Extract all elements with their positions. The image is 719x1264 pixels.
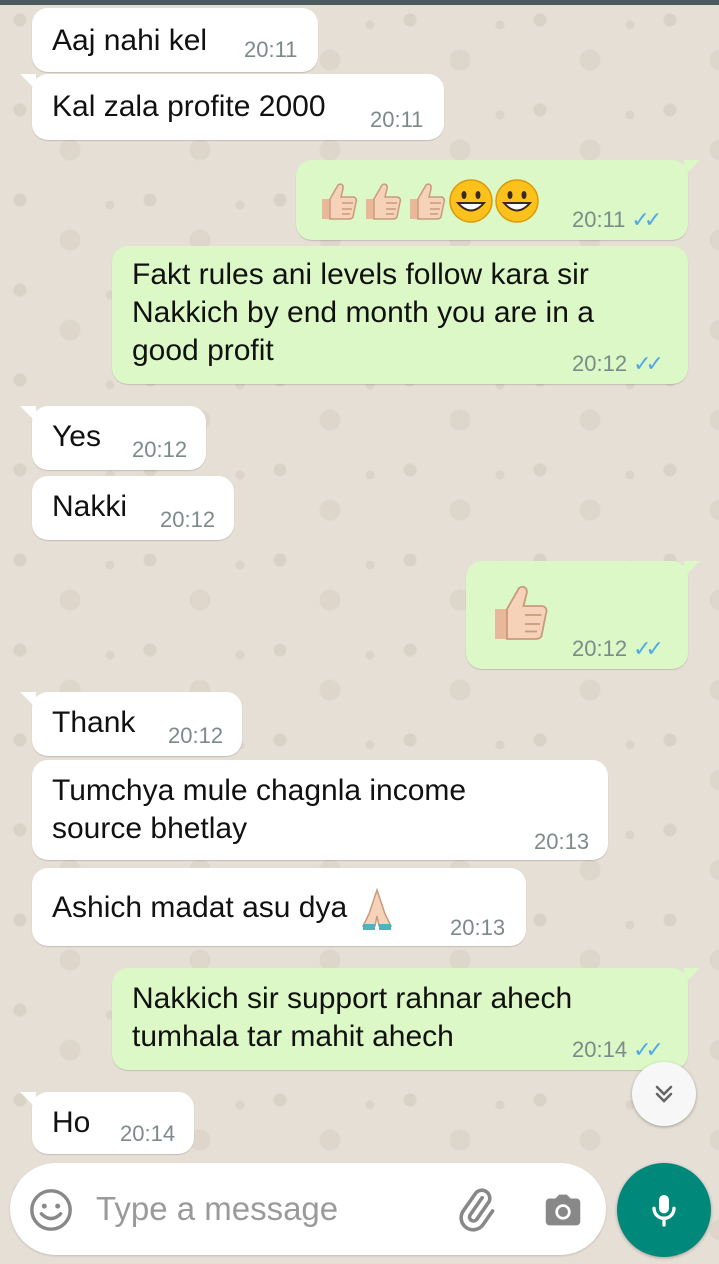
message-text: Yes (52, 420, 101, 453)
camera-icon[interactable] (540, 1187, 586, 1233)
microphone-icon (652, 1195, 676, 1227)
double-chevron-down-icon (655, 1085, 673, 1103)
thumbs-up-emoji (366, 183, 402, 220)
message-time-text: 20:12 (572, 351, 628, 376)
message-incoming[interactable]: Tumchya mule chagnla income source bhetl… (32, 760, 608, 860)
message-text: Ho (52, 1106, 91, 1139)
message-text: Ashich madat asu dya (52, 891, 348, 924)
message-incoming[interactable]: Yes 20:12 (20, 406, 206, 470)
message-time: 20:13 (450, 915, 506, 940)
message-incoming[interactable]: Ho 20:14 (20, 1092, 194, 1154)
message-time: 20:12 ✓✓ (572, 636, 664, 661)
message-time: 20:12 (132, 437, 188, 462)
message-list[interactable]: Aaj nahi kel 20:11 Kal zala profite 2000… (0, 0, 719, 1160)
message-incoming[interactable]: Ashich madat asu dya 20:13 (32, 868, 526, 946)
grinning-face-emoji (495, 179, 539, 223)
message-time: 20:14 (120, 1121, 176, 1146)
message-time: 20:12 (160, 507, 216, 532)
message-text: Nakki (52, 490, 128, 523)
message-incoming[interactable]: Kal zala profite 2000 20:11 (20, 74, 444, 140)
message-text: Fakt rules ani levels follow kara sir Na… (132, 258, 594, 367)
message-time: 20:12 (168, 723, 224, 748)
message-outgoing[interactable]: Fakt rules ani levels follow kara sir Na… (112, 246, 688, 384)
message-time: 20:12 ✓✓ (572, 351, 664, 376)
message-time: 20:11 ✓✓ (572, 207, 662, 232)
message-outgoing[interactable]: 20:12 ✓✓ (466, 561, 700, 669)
read-ticks-icon: ✓✓ (633, 636, 664, 661)
message-time-text: 20:11 (572, 207, 626, 232)
message-input[interactable] (96, 1183, 436, 1235)
grinning-face-emoji (449, 179, 493, 223)
message-incoming[interactable]: Nakki 20:12 (32, 476, 234, 540)
message-outgoing[interactable]: 20:11 ✓✓ (296, 160, 700, 240)
message-time-text: 20:12 (572, 636, 628, 661)
thumbs-up-emoji (322, 183, 358, 220)
microphone-button[interactable] (617, 1163, 711, 1257)
message-text: Tumchya mule chagnla income source bhetl… (52, 774, 467, 845)
read-ticks-icon: ✓✓ (633, 1037, 664, 1062)
folded-hands-emoji (361, 887, 393, 930)
message-content: Ashich madat asu dya (52, 886, 397, 930)
emoji-row (316, 178, 540, 224)
scroll-to-bottom-button[interactable] (632, 1062, 696, 1126)
read-ticks-icon: ✓✓ (631, 207, 662, 232)
message-text: Aaj nahi kel (52, 24, 208, 57)
message-time: 20:11 (370, 107, 424, 132)
message-time-text: 20:14 (572, 1037, 628, 1062)
message-text: Kal zala profite 2000 (52, 90, 326, 123)
message-composer (10, 1163, 606, 1255)
message-text: Nakkich sir support rahnar ahech tumhala… (132, 982, 573, 1053)
thumbs-up-emoji (495, 585, 548, 640)
message-text: Thank (52, 706, 136, 739)
message-incoming[interactable]: Thank 20:12 (20, 692, 242, 756)
message-incoming[interactable]: Aaj nahi kel 20:11 (32, 8, 318, 72)
message-time: 20:11 (244, 37, 298, 62)
thumbs-up-emoji (410, 183, 446, 220)
message-time: 20:14 ✓✓ (572, 1037, 664, 1062)
read-ticks-icon: ✓✓ (633, 351, 664, 376)
message-time: 20:13 (534, 829, 590, 854)
smiley-icon[interactable] (28, 1187, 74, 1233)
paperclip-icon[interactable] (452, 1185, 500, 1233)
message-outgoing[interactable]: Nakkich sir support rahnar ahech tumhala… (112, 968, 700, 1070)
